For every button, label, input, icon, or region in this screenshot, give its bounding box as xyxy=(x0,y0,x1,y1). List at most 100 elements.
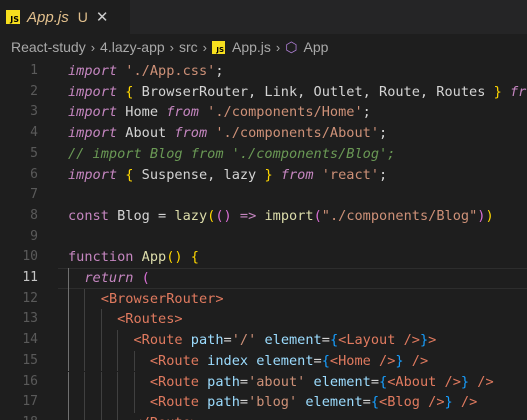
line-number: 12 xyxy=(22,290,38,306)
code-line[interactable]: 2 import { BrowserRouter, Link, Outlet, R… xyxy=(0,82,527,103)
line-number: 1 xyxy=(30,63,38,78)
code-line[interactable]: 9 xyxy=(0,227,527,248)
code-text[interactable]: <Routes> xyxy=(68,309,183,330)
code-token: '/' xyxy=(231,332,257,349)
code-token: ; xyxy=(362,104,371,121)
code-editor[interactable]: 1 import './App.css'; 2 import { BrowserRou… xyxy=(0,60,527,420)
code-text[interactable]: const Blog = lazy(() => import("./compon… xyxy=(68,206,494,227)
code-line[interactable]: 13 <Routes> xyxy=(0,309,527,331)
code-line[interactable]: 12 <BrowserRouter> xyxy=(0,288,527,310)
code-line[interactable]: 8 const Blog = lazy(() => import("./compo… xyxy=(0,206,527,227)
code-token: './App.css' xyxy=(125,63,216,79)
breadcrumb-item-file[interactable]: App.js xyxy=(232,39,271,55)
code-token: < xyxy=(149,373,159,390)
code-token: } xyxy=(395,352,404,369)
breadcrumb-item-project[interactable]: React-study xyxy=(11,39,86,55)
code-token: import xyxy=(68,83,118,100)
code-text[interactable]: function App() { xyxy=(68,247,199,268)
code-line[interactable]: 16 <Route path='about' element={<About /… xyxy=(0,371,527,393)
code-text[interactable]: import { BrowserRouter, Link, Outlet, Ro… xyxy=(68,82,527,103)
symbol-cube-icon: ⬡ xyxy=(285,38,298,55)
code-token: Suspense, lazy xyxy=(133,166,265,183)
code-line[interactable]: 11 return ( xyxy=(0,268,527,289)
code-line[interactable]: 3 import Home from './components/Home'; xyxy=(0,102,527,123)
tab-file-name[interactable]: App.js xyxy=(27,9,69,26)
close-icon[interactable]: ✕ xyxy=(96,10,109,25)
code-text[interactable]: // import Blog from './components/Blog'; xyxy=(68,144,395,165)
code-token: import xyxy=(264,207,314,224)
code-token: = xyxy=(362,394,371,411)
code-text[interactable]: <Route path='blog' element={<Blog />} /> xyxy=(68,392,477,413)
line-number: 3 xyxy=(30,104,38,120)
javascript-file-icon: JS xyxy=(6,10,20,24)
tab-app-js[interactable]: JS App.js U ✕ xyxy=(0,0,130,34)
code-text[interactable]: import './App.css'; xyxy=(68,61,224,82)
code-token: () xyxy=(215,207,232,224)
code-token: import xyxy=(68,63,118,79)
code-token: = xyxy=(239,373,249,390)
breadcrumb-item-symbol[interactable]: App xyxy=(304,39,329,55)
code-token: /> xyxy=(403,352,429,369)
code-text[interactable]: import { Suspense, lazy } from 'react'; xyxy=(68,165,387,186)
code-token: About xyxy=(395,373,437,390)
code-text[interactable]: <Route path='/' element={<Layout />}> xyxy=(68,330,436,351)
code-token: ; xyxy=(379,125,388,142)
line-number: 5 xyxy=(30,145,38,161)
code-line[interactable]: 17 <Route path='blog' element={<Blog />}… xyxy=(0,392,527,413)
code-token: element xyxy=(305,373,371,390)
code-text[interactable]: import Home from './components/Home'; xyxy=(68,102,371,123)
code-token: > xyxy=(174,311,183,328)
code-token: 'react' xyxy=(321,166,380,183)
code-token: element xyxy=(297,394,363,411)
code-line[interactable]: 7 xyxy=(0,185,527,206)
code-line[interactable]: 6 import { Suspense, lazy } from 'react'; xyxy=(0,165,527,186)
code-token: => xyxy=(231,207,265,224)
code-token: from xyxy=(166,104,199,121)
code-text[interactable]: import About from './components/About'; xyxy=(68,123,387,144)
line-number: 8 xyxy=(30,207,38,223)
line-number: 10 xyxy=(22,249,38,265)
code-token: ; xyxy=(379,166,388,183)
code-token: './components/About' xyxy=(215,125,380,142)
code-text[interactable]: </Route> xyxy=(68,413,199,420)
code-text[interactable]: return ( xyxy=(68,268,150,289)
breadcrumb-item-src[interactable]: src xyxy=(179,39,198,55)
code-line[interactable]: 14 <Route path='/' element={<Layout />}> xyxy=(0,330,527,351)
code-token: < xyxy=(149,352,159,369)
code-token: path xyxy=(198,394,240,411)
code-token: = xyxy=(223,332,232,349)
code-token: const xyxy=(68,207,109,224)
code-token: BrowserRouter, Link, Outlet, Route, Rout… xyxy=(133,83,494,100)
code-token: 'about' xyxy=(248,373,306,390)
code-token: import xyxy=(68,125,118,142)
code-text[interactable]: <Route index element={<Home />} /> xyxy=(68,351,428,372)
code-token: < xyxy=(149,394,159,411)
breadcrumb-item-folder[interactable]: 4.lazy-app xyxy=(100,39,165,55)
code-token: BrowserRouter xyxy=(108,290,216,307)
code-token: > xyxy=(191,415,199,420)
code-token: /> xyxy=(419,394,445,411)
code-token: import xyxy=(68,104,118,121)
code-line[interactable]: 5 // import Blog from './components/Blog'… xyxy=(0,144,527,165)
code-token: ( xyxy=(313,207,322,224)
code-line[interactable]: 15 <Route index element={<Home />} /> xyxy=(0,350,527,372)
code-line[interactable]: 4 import About from './components/About'; xyxy=(0,123,527,144)
untracked-status-badge: U xyxy=(77,9,88,25)
code-line[interactable]: 18 </Route> xyxy=(0,412,527,420)
code-text[interactable]: <BrowserRouter> xyxy=(68,289,224,310)
line-number: 17 xyxy=(22,394,38,410)
code-text[interactable]: <Route path='about' element={<About />} … xyxy=(68,372,494,393)
code-line[interactable]: 10 function App() { xyxy=(0,247,527,268)
code-line[interactable]: 1 import './App.css'; xyxy=(0,61,527,82)
code-token: > xyxy=(428,332,437,349)
code-token: ( xyxy=(141,270,150,286)
